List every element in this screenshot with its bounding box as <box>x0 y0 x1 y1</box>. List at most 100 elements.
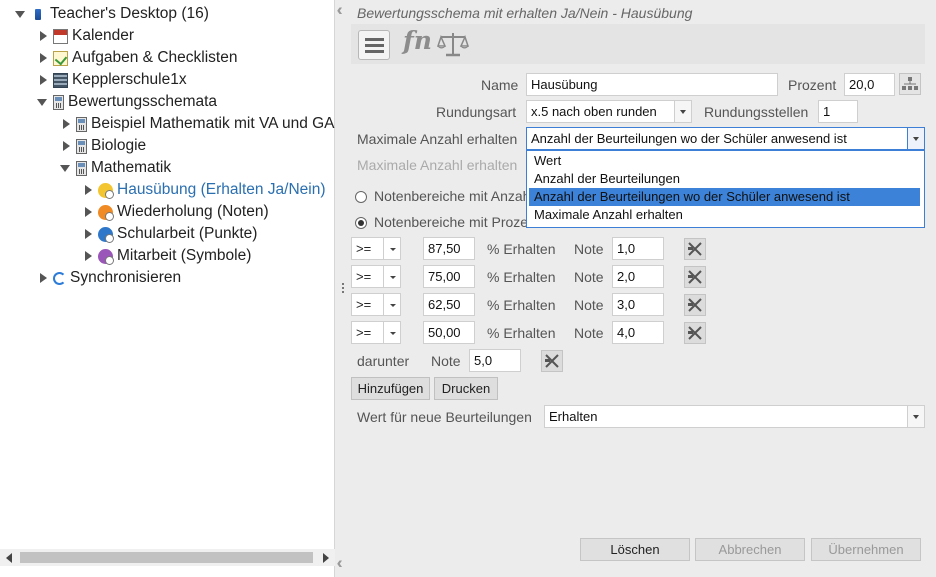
delete-button[interactable]: Löschen <box>580 538 690 561</box>
apply-button[interactable]: Übernehmen <box>811 538 921 561</box>
expand-arrow-icon[interactable] <box>82 228 94 240</box>
expand-arrow-icon[interactable] <box>60 140 72 152</box>
radio-prozent-label: Notenbereiche mit Prozent <box>374 214 540 230</box>
radio-prozent[interactable] <box>355 217 367 229</box>
scroll-left-icon[interactable] <box>6 553 12 563</box>
splitter-grip-icon[interactable] <box>342 283 344 293</box>
tree-item-school[interactable]: Kepplerschule1x <box>37 69 187 91</box>
tree-item-kalender[interactable]: Kalender <box>37 25 134 47</box>
rundungsart-select[interactable]: x.5 nach oben runden <box>526 100 692 123</box>
operator-select[interactable]: >= <box>351 237 401 260</box>
editor-toolbar: fn <box>351 24 925 64</box>
note-input[interactable]: 3,0 <box>612 293 664 316</box>
range-value-input[interactable]: 75,00 <box>423 265 475 288</box>
checklist-icon <box>53 50 68 66</box>
chevron-down-icon[interactable] <box>907 128 924 149</box>
calculator-icon <box>76 160 87 176</box>
delete-row-button[interactable] <box>684 266 706 288</box>
expand-arrow-icon[interactable] <box>82 250 94 262</box>
editor-title: Bewertungsschema mit erhalten Ja/Nein - … <box>357 5 693 21</box>
add-button[interactable]: Hinzufügen <box>351 377 430 400</box>
list-icon <box>365 44 384 47</box>
dropdown-option[interactable]: Maximale Anzahl erhalten <box>529 206 920 224</box>
chevron-down-icon[interactable] <box>383 322 400 343</box>
tree-item-beispiel-mathematik[interactable]: Beispiel Mathematik mit VA und GA <box>60 113 335 135</box>
tree-item-schularbeit[interactable]: Schularbeit (Punkte) <box>82 223 257 245</box>
chevron-down-icon[interactable] <box>383 294 400 315</box>
expand-arrow-icon[interactable] <box>82 206 94 218</box>
delete-row-button[interactable] <box>684 322 706 344</box>
operator-select[interactable]: >= <box>351 321 401 344</box>
chevron-down-icon[interactable] <box>383 266 400 287</box>
expand-arrow-icon[interactable] <box>37 74 49 86</box>
operator-value: >= <box>356 241 372 256</box>
expand-arrow-icon[interactable] <box>82 184 94 196</box>
scale-button[interactable] <box>436 29 470 59</box>
note-input[interactable]: 2,0 <box>612 265 664 288</box>
expand-arrow-icon[interactable] <box>37 30 49 42</box>
tree-item-aufgaben[interactable]: Aufgaben & Checklisten <box>37 47 237 69</box>
below-note-input[interactable]: 5,0 <box>469 349 521 372</box>
expand-arrow-icon[interactable] <box>15 8 27 20</box>
delete-row-button[interactable] <box>684 294 706 316</box>
list-view-button[interactable] <box>358 30 390 60</box>
max-anzahl-dropdown-list[interactable]: Wert Anzahl der Beurteilungen Anzahl der… <box>526 150 925 228</box>
max-anzahl-select[interactable]: Anzahl der Beurteilungen wo der Schüler … <box>526 127 925 150</box>
operator-select[interactable]: >= <box>351 293 401 316</box>
tree-root-label: Teacher's Desktop (16) <box>50 5 209 22</box>
prozent-input[interactable]: 20,0 <box>844 73 895 96</box>
tree-item-wiederholung[interactable]: Wiederholung (Noten) <box>82 201 269 223</box>
note-input[interactable]: 4,0 <box>612 321 664 344</box>
scrollbar-thumb[interactable] <box>20 552 313 563</box>
distribute-button[interactable] <box>899 73 921 95</box>
collapse-arrow-icon[interactable] <box>37 96 49 108</box>
operator-select[interactable]: >= <box>351 265 401 288</box>
range-value-input[interactable]: 62,50 <box>423 293 475 316</box>
horizontal-scrollbar[interactable] <box>0 549 335 566</box>
max-anzahl-label: Maximale Anzahl erhalten <box>357 131 518 147</box>
name-input[interactable]: Hausübung <box>526 73 778 96</box>
delete-row-button[interactable] <box>684 238 706 260</box>
dropdown-option-highlighted[interactable]: Anzahl der Beurteilungen wo der Schüler … <box>529 188 920 206</box>
tree-item-label: Aufgaben & Checklisten <box>72 49 238 66</box>
note-label: Note <box>574 241 604 257</box>
expand-arrow-icon[interactable] <box>37 52 49 64</box>
expand-arrow-icon[interactable] <box>37 272 49 284</box>
chevron-down-icon[interactable] <box>674 101 691 122</box>
tree-item-biologie[interactable]: Biologie <box>60 135 146 157</box>
collapse-arrow-icon[interactable] <box>60 162 72 174</box>
range-value-input[interactable]: 87,50 <box>423 237 475 260</box>
tree-item-mitarbeit[interactable]: Mitarbeit (Symbole) <box>82 245 251 267</box>
tree-item-hausuebung[interactable]: Hausübung (Erhalten Ja/Nein) <box>82 179 326 201</box>
cancel-button[interactable]: Abbrechen <box>695 538 805 561</box>
sync-icon <box>53 271 66 285</box>
tree-item-mathematik[interactable]: Mathematik <box>60 157 171 179</box>
operator-value: >= <box>356 297 372 312</box>
range-value-input[interactable]: 50,00 <box>423 321 475 344</box>
scroll-right-icon[interactable] <box>323 553 329 563</box>
name-label: Name <box>481 77 519 93</box>
pane-splitter[interactable]: ‹‹ ‹‹ <box>337 0 351 577</box>
radio-anzahl[interactable] <box>355 191 367 203</box>
delete-icon <box>688 270 702 284</box>
tree-item-label: Kalender <box>72 27 135 44</box>
tree-item-bewertungsschemata[interactable]: Bewertungsschemata <box>37 91 217 113</box>
tree-item-synchronisieren[interactable]: Synchronisieren <box>37 267 181 289</box>
delete-icon <box>688 298 702 312</box>
delete-row-button[interactable] <box>541 350 563 372</box>
chevron-down-icon[interactable] <box>383 238 400 259</box>
tree-root[interactable]: Teacher's Desktop (16) <box>15 3 209 25</box>
range-unit-label: % Erhalten <box>487 269 556 285</box>
chevron-down-icon[interactable] <box>907 406 924 427</box>
new-rating-select[interactable]: Erhalten <box>544 405 925 428</box>
rundungsstellen-input[interactable]: 1 <box>818 100 858 123</box>
hierarchy-icon <box>902 77 918 90</box>
dropdown-option[interactable]: Wert <box>529 152 920 170</box>
tree-item-label: Kepplerschule1x <box>72 71 187 88</box>
print-button[interactable]: Drucken <box>434 377 498 400</box>
function-button[interactable]: fn <box>403 26 432 55</box>
note-input[interactable]: 1,0 <box>612 237 664 260</box>
dropdown-option[interactable]: Anzahl der Beurteilungen <box>529 170 920 188</box>
calculator-icon <box>76 138 87 154</box>
expand-arrow-icon[interactable] <box>60 118 72 130</box>
